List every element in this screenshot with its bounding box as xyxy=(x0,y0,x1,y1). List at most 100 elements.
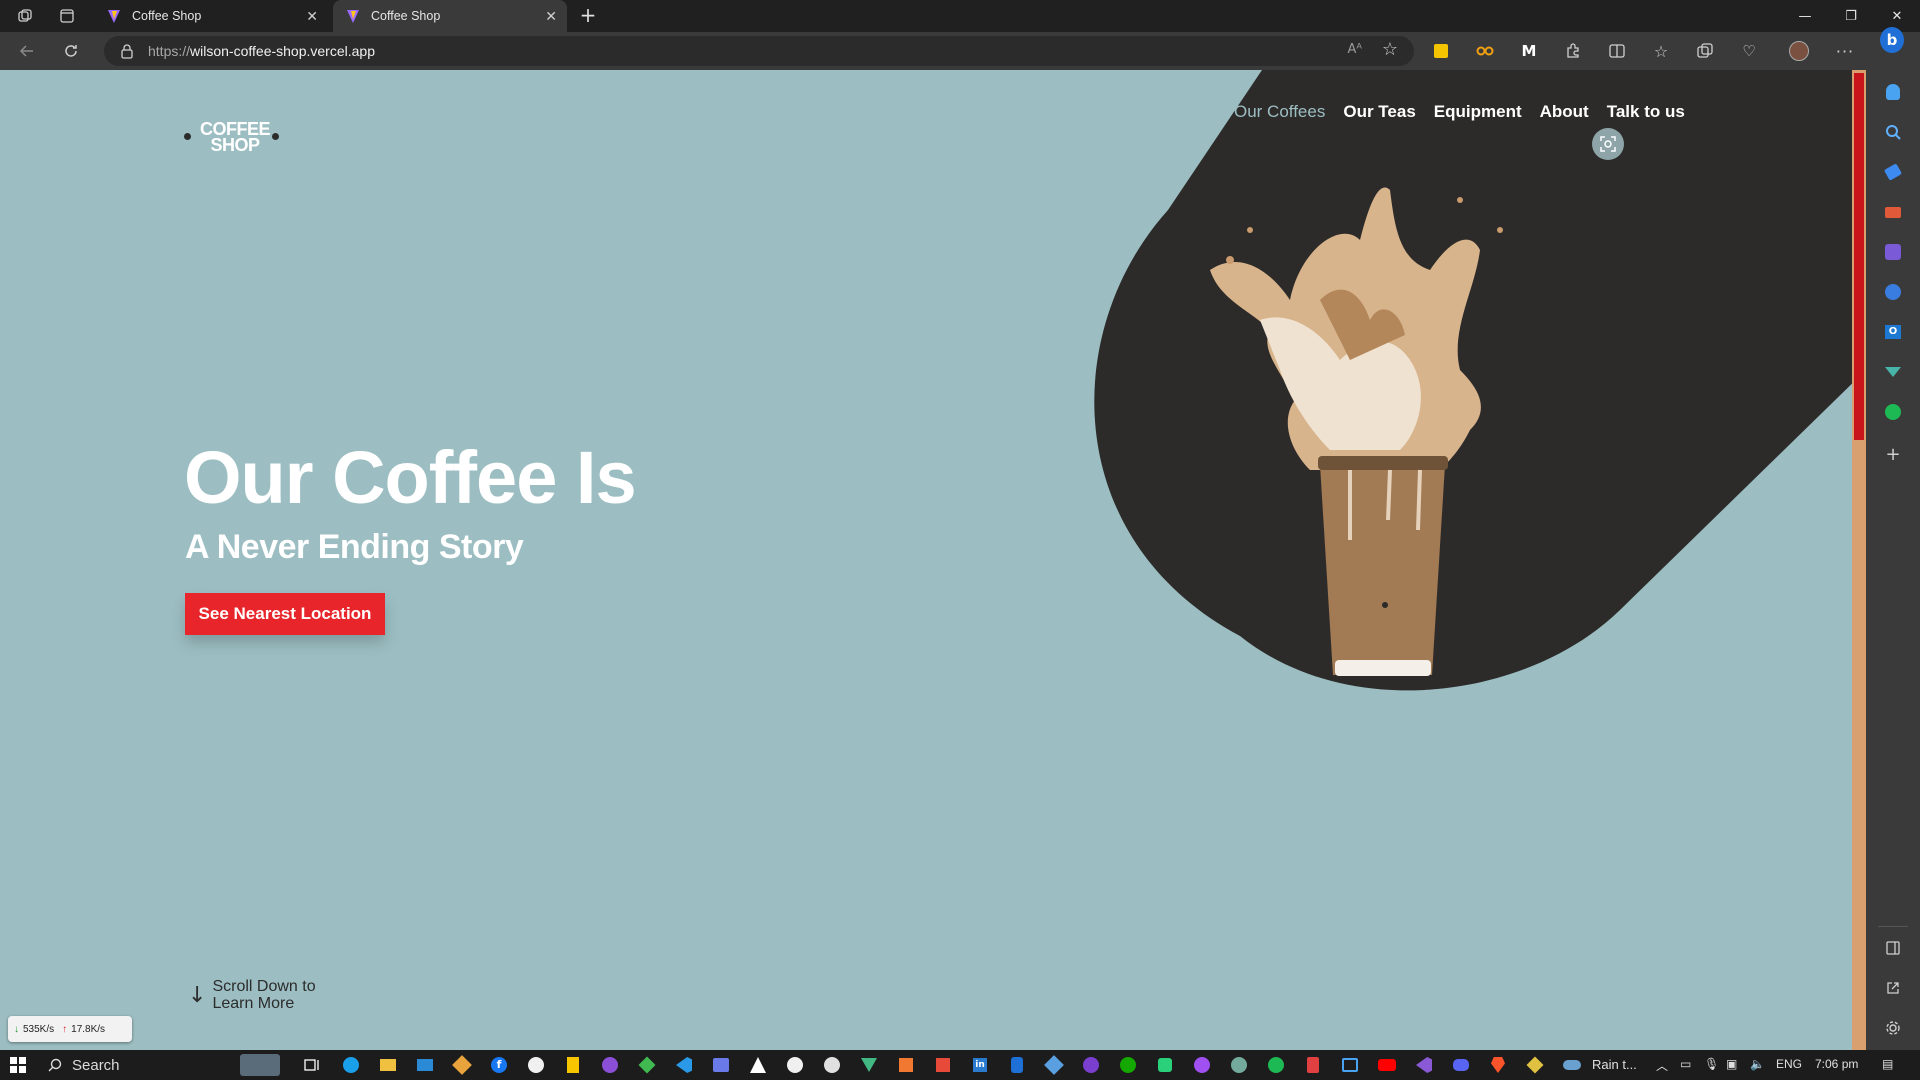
vuejs-icon[interactable] xyxy=(859,1055,879,1075)
add-sidebar-app-icon[interactable]: + xyxy=(1881,442,1905,466)
task-view-icon[interactable] xyxy=(302,1055,322,1075)
notification-center-icon[interactable]: ▤ xyxy=(1882,1057,1893,1071)
profile-avatar[interactable] xyxy=(1788,41,1810,61)
site-logo[interactable]: COFFEE SHOP xyxy=(184,96,282,154)
app-triangle-icon[interactable] xyxy=(748,1055,768,1075)
bing-copilot-icon[interactable]: b xyxy=(1880,27,1904,53)
app-purple-circle-icon[interactable] xyxy=(1081,1055,1101,1075)
notes-icon[interactable] xyxy=(563,1055,583,1075)
nav-about[interactable]: About xyxy=(1540,102,1589,122)
store-bag-icon[interactable] xyxy=(933,1055,953,1075)
app-diamond-icon[interactable] xyxy=(1525,1055,1545,1075)
favorites-icon[interactable]: ☆ xyxy=(1650,41,1672,61)
app-compass-icon[interactable] xyxy=(822,1055,842,1075)
scroll-hint-line-1: Scroll Down to xyxy=(212,978,316,995)
tab-actions-icon[interactable] xyxy=(54,4,80,28)
paypal-icon[interactable] xyxy=(1007,1055,1027,1075)
messenger-icon[interactable] xyxy=(1192,1055,1212,1075)
hide-sidebar-icon[interactable] xyxy=(1881,936,1905,960)
read-aloud-icon[interactable]: Aᴬ xyxy=(1348,42,1363,57)
visual-search-icon[interactable] xyxy=(1592,128,1624,160)
app-green-diamond-icon[interactable] xyxy=(637,1055,657,1075)
file-explorer-icon[interactable] xyxy=(378,1055,398,1075)
close-tab-icon[interactable]: ✕ xyxy=(545,8,557,24)
minimize-button[interactable]: — xyxy=(1782,0,1828,32)
page-scrollbar[interactable] xyxy=(1852,70,1866,1050)
favorite-star-icon[interactable]: ☆ xyxy=(1382,39,1398,60)
app-tag-icon[interactable] xyxy=(1044,1055,1064,1075)
browser-titlebar: Coffee Shop ✕ Coffee Shop ✕ + — ❐ ✕ xyxy=(0,0,1920,32)
app-circle-dark-icon[interactable] xyxy=(785,1055,805,1075)
search-icon[interactable] xyxy=(1881,120,1905,144)
weather-rain-icon[interactable] xyxy=(1562,1055,1582,1075)
github-desktop-icon[interactable] xyxy=(600,1055,620,1075)
app-orange-icon[interactable] xyxy=(896,1055,916,1075)
notifications-icon[interactable] xyxy=(1881,80,1905,104)
taskbar-search[interactable]: Search xyxy=(40,1053,280,1077)
youtube-icon[interactable] xyxy=(1377,1055,1397,1075)
calendar-icon[interactable] xyxy=(1340,1055,1360,1075)
extension-glasses-icon[interactable] xyxy=(1474,41,1496,61)
settings-gear-icon[interactable] xyxy=(1881,1016,1905,1040)
nav-equipment[interactable]: Equipment xyxy=(1434,102,1522,122)
mail-icon[interactable] xyxy=(415,1055,435,1075)
back-icon[interactable] xyxy=(14,39,40,63)
spotify-taskbar-icon[interactable] xyxy=(1266,1055,1286,1075)
visual-studio-icon[interactable] xyxy=(1414,1055,1434,1075)
nav-talk-to-us[interactable]: Talk to us xyxy=(1607,102,1685,122)
clock-time[interactable]: 7:06 pm xyxy=(1815,1057,1858,1071)
see-nearest-location-button[interactable]: See Nearest Location xyxy=(185,593,385,635)
weather-text[interactable]: Rain t... xyxy=(1592,1057,1637,1072)
facebook-icon[interactable]: f xyxy=(489,1055,509,1075)
extensions-puzzle-icon[interactable] xyxy=(1562,41,1584,61)
network-icon[interactable]: ▣ xyxy=(1726,1057,1737,1071)
tab-coffee-shop-2[interactable]: Coffee Shop ✕ xyxy=(333,0,567,32)
windows-start-icon[interactable] xyxy=(8,1055,28,1075)
show-hidden-icons-chevron-icon[interactable]: ︿ xyxy=(1656,1057,1668,1074)
extension-yellow-icon[interactable] xyxy=(1430,41,1452,61)
more-menu-icon[interactable]: ··· xyxy=(1834,41,1856,61)
volume-icon[interactable]: 🔈 xyxy=(1750,1057,1765,1071)
refresh-icon[interactable] xyxy=(58,39,84,63)
tools-briefcase-icon[interactable] xyxy=(1881,200,1905,224)
pinwheel-icon[interactable] xyxy=(452,1055,472,1075)
new-tab-button[interactable]: + xyxy=(576,4,600,28)
microsoft-365-icon[interactable] xyxy=(1881,280,1905,304)
linkedin-icon[interactable]: in xyxy=(970,1055,990,1075)
workspaces-icon[interactable] xyxy=(12,4,38,28)
games-icon[interactable] xyxy=(1881,240,1905,264)
address-bar[interactable]: https://wilson-coffee-shop.vercel.app Aᴬ… xyxy=(104,36,1414,66)
tab-coffee-shop-1[interactable]: Coffee Shop ✕ xyxy=(94,0,328,32)
scrollbar-thumb[interactable] xyxy=(1854,73,1864,440)
tab-title: Coffee Shop xyxy=(132,9,202,23)
brave-icon[interactable] xyxy=(1488,1055,1508,1075)
upwork-icon[interactable] xyxy=(1118,1055,1138,1075)
collections-icon[interactable] xyxy=(1694,41,1716,61)
drop-icon[interactable] xyxy=(1881,360,1905,384)
spotify-icon[interactable] xyxy=(1881,400,1905,424)
app-green-square-icon[interactable] xyxy=(1155,1055,1175,1075)
edge-taskbar-icon[interactable] xyxy=(341,1055,361,1075)
scroll-hint[interactable]: ↓ Scroll Down to Learn More xyxy=(188,978,316,1012)
restore-button[interactable]: ❐ xyxy=(1828,0,1874,32)
extension-m-icon[interactable]: M xyxy=(1518,41,1540,61)
language-indicator[interactable]: ENG xyxy=(1776,1057,1802,1071)
chatgpt-icon[interactable] xyxy=(1229,1055,1249,1075)
microphone-icon[interactable]: 🎙 xyxy=(1704,1057,1719,1071)
shopping-tag-icon[interactable] xyxy=(1881,160,1905,184)
discord-icon[interactable] xyxy=(1451,1055,1471,1075)
camera-icon[interactable]: ▭ xyxy=(1680,1057,1691,1071)
close-tab-icon[interactable]: ✕ xyxy=(306,8,318,24)
browser-essentials-icon[interactable]: ♡ xyxy=(1738,41,1760,61)
nav-our-teas[interactable]: Our Teas xyxy=(1343,102,1415,122)
outlook-icon[interactable]: O xyxy=(1881,320,1905,344)
app-cup-icon[interactable] xyxy=(1303,1055,1323,1075)
lock-icon[interactable] xyxy=(120,43,134,59)
split-screen-icon[interactable] xyxy=(1606,41,1628,61)
url-text[interactable]: https://wilson-coffee-shop.vercel.app xyxy=(148,43,375,59)
nav-our-coffees[interactable]: Our Coffees xyxy=(1234,102,1325,122)
app-chart-icon[interactable] xyxy=(711,1055,731,1075)
open-external-icon[interactable] xyxy=(1881,976,1905,1000)
vscode-icon[interactable] xyxy=(674,1055,694,1075)
github-icon[interactable] xyxy=(526,1055,546,1075)
